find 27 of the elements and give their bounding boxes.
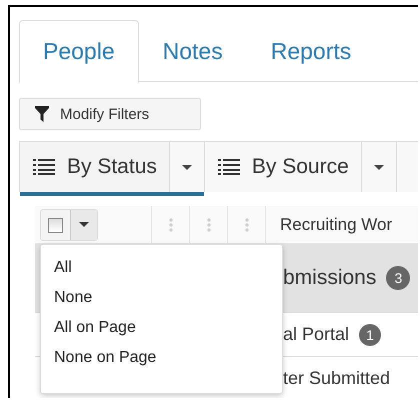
- tab[interactable]: People: [19, 20, 139, 83]
- drag-handle-icon[interactable]: [206, 218, 210, 232]
- count-badge: 3: [386, 266, 410, 290]
- count-badge: 1: [359, 324, 382, 346]
- caret-icon: [182, 164, 192, 170]
- dropdown-button[interactable]: [70, 210, 97, 240]
- view-tab[interactable]: By Source: [204, 142, 362, 192]
- tab[interactable]: Notes: [138, 20, 247, 82]
- row-label: al Portal: [283, 324, 350, 345]
- row-label: bmissions: [283, 266, 376, 290]
- modify-filters-button[interactable]: Modify Filters: [19, 98, 201, 130]
- menu-item[interactable]: None: [41, 285, 282, 315]
- menu-item[interactable]: None on Page: [41, 345, 282, 375]
- list-icon: [218, 158, 240, 176]
- caret-icon: [79, 222, 89, 227]
- row-label: ter Submitted: [283, 368, 390, 389]
- list-icon: [33, 158, 55, 176]
- drag-handle-icon[interactable]: [244, 218, 248, 232]
- menu-item[interactable]: All on Page: [41, 315, 282, 345]
- caret-icon: [374, 164, 384, 170]
- view-tab[interactable]: By Status: [20, 142, 170, 192]
- tab[interactable]: Reports: [246, 20, 376, 82]
- column-header[interactable]: Recruiting Wor: [266, 206, 392, 243]
- menu-item[interactable]: All: [41, 255, 282, 285]
- filter-icon: [35, 106, 49, 122]
- checkbox[interactable]: [48, 218, 63, 232]
- drag-handle-icon[interactable]: [168, 218, 172, 232]
